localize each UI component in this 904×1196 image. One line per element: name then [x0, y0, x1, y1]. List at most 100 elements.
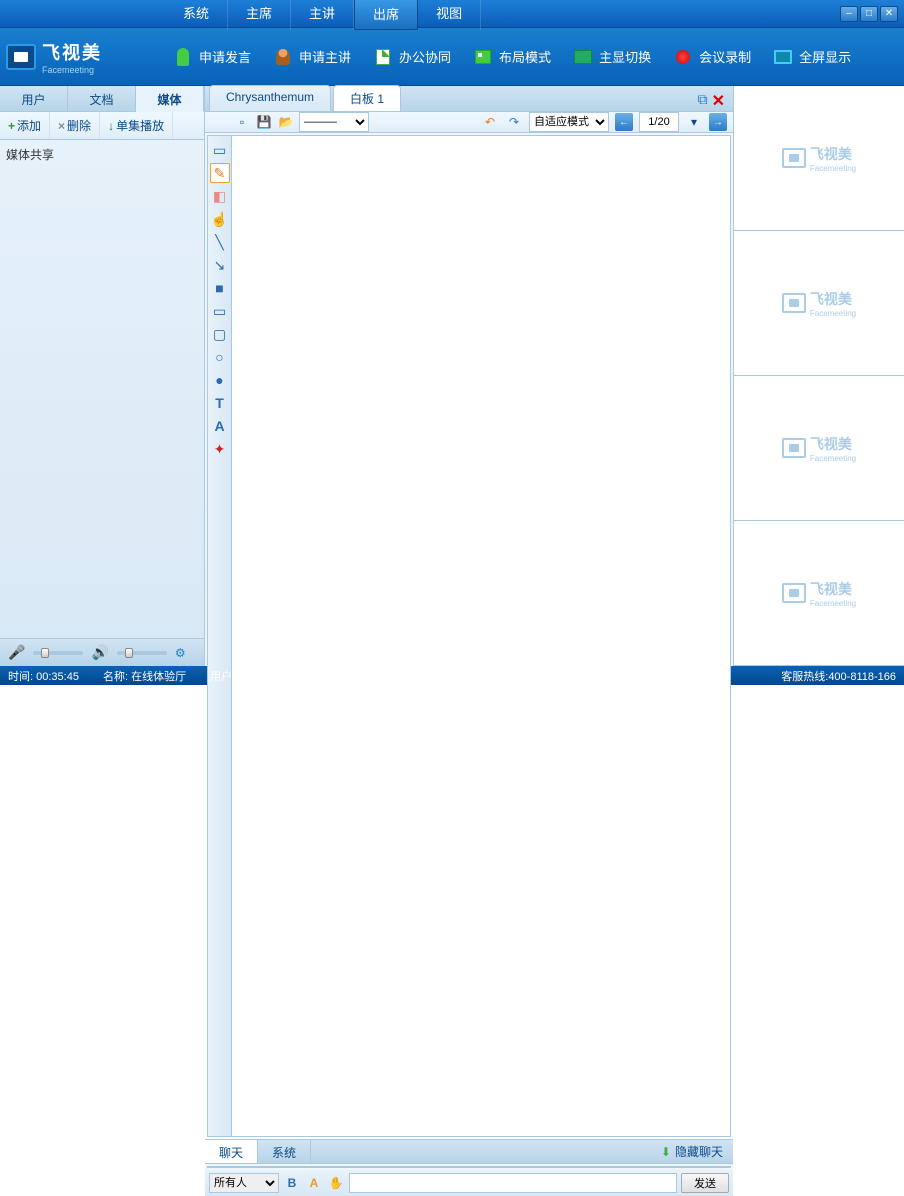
- speaker-icon[interactable]: 🔊: [91, 644, 108, 661]
- chat-messages: [207, 1166, 731, 1168]
- ellipse-tool[interactable]: ○: [210, 347, 230, 367]
- sidebar: 用户文档媒体 +添加×删除↓单集播放 媒体共享 🎤 🔊 ⚙: [0, 86, 205, 666]
- video-tile-3[interactable]: 飞视美Facemeeting: [734, 521, 904, 666]
- whiteboard-area: ▭ ✎ ◧ ☝ ╲ ↘ ■ ▭ ▢ ○ ● TA ✦: [207, 135, 731, 1137]
- main-toolbar: 飞视美 Facemeeting 申请发言申请主讲办公协同布局模式主显切换会议录制…: [0, 28, 904, 86]
- video-panel: 飞视美Facemeeting飞视美Facemeeting飞视美Facemeeti…: [734, 86, 904, 666]
- down-arrow-icon: ⬇: [661, 1145, 671, 1159]
- page-dropdown-icon[interactable]: ▾: [685, 113, 703, 131]
- status-room: 名称: 在线体验厅: [103, 668, 186, 684]
- mic-icon[interactable]: 🎤: [8, 644, 25, 661]
- doc-icon: [371, 45, 395, 69]
- sidebar-tab-2[interactable]: 媒体: [136, 86, 204, 112]
- close-tab-icon[interactable]: ✕: [712, 91, 725, 111]
- menu-item-4[interactable]: 视图: [418, 0, 481, 30]
- rrect-tool[interactable]: ▢: [210, 324, 230, 344]
- doc-tab-0[interactable]: Chrysanthemum: [209, 85, 331, 111]
- bold-icon[interactable]: B: [283, 1174, 301, 1192]
- video-tile-2[interactable]: 飞视美Facemeeting: [734, 376, 904, 521]
- hide-chat-button[interactable]: ⬇ 隐藏聊天: [651, 1140, 733, 1163]
- close-button[interactable]: ✕: [880, 6, 898, 22]
- sidebar-footer: 🎤 🔊 ⚙: [0, 638, 204, 666]
- line-style-select[interactable]: ———: [299, 112, 369, 132]
- next-page-button[interactable]: →: [709, 113, 727, 131]
- text-tool-2[interactable]: A: [210, 416, 230, 436]
- sidebar-action-0[interactable]: +添加: [0, 112, 50, 139]
- page-input[interactable]: [639, 112, 679, 132]
- whiteboard-tools: ▭ ✎ ◧ ☝ ╲ ↘ ■ ▭ ▢ ○ ● TA ✦: [208, 136, 232, 1136]
- mic-icon: [171, 45, 195, 69]
- doc-tab-1[interactable]: 白板 1: [333, 85, 401, 111]
- hand-tool[interactable]: ☝: [210, 209, 230, 229]
- menu-item-3[interactable]: 出席: [354, 0, 418, 30]
- new-icon[interactable]: ▫: [233, 113, 251, 131]
- chat-input-row: 所有人 B A ✋ 发送: [205, 1170, 733, 1196]
- pencil-tool[interactable]: ✎: [210, 163, 230, 183]
- redo-icon[interactable]: ↷: [505, 113, 523, 131]
- window-controls: – □ ✕: [840, 6, 904, 22]
- emoji-icon[interactable]: ✋: [327, 1174, 345, 1192]
- user-icon: [271, 45, 295, 69]
- center-panel: Chrysanthemum白板 1 ⧉ ✕ ▫ 💾 📂 ——— ↶ ↷ 自适应模…: [205, 86, 734, 666]
- save-icon[interactable]: 💾: [255, 113, 273, 131]
- text-tool[interactable]: T: [210, 393, 230, 413]
- chat-tab-0[interactable]: 聊天: [205, 1140, 258, 1163]
- send-button[interactable]: 发送: [681, 1173, 729, 1193]
- undo-icon[interactable]: ↶: [481, 113, 499, 131]
- menu-item-0[interactable]: 系统: [165, 0, 228, 30]
- font-icon[interactable]: A: [305, 1174, 323, 1192]
- minimize-button[interactable]: –: [840, 6, 858, 22]
- speaker-volume-slider[interactable]: [117, 651, 167, 655]
- media-share-header: 媒体共享: [6, 148, 54, 162]
- tile-logo-icon: [782, 148, 806, 168]
- menu-item-2[interactable]: 主讲: [291, 0, 354, 30]
- select-tool[interactable]: ▭: [210, 140, 230, 160]
- laser-tool[interactable]: ✦: [210, 439, 230, 459]
- settings-icon[interactable]: ⚙: [175, 646, 186, 660]
- screen-icon: [571, 45, 595, 69]
- prev-page-button[interactable]: ←: [615, 113, 633, 131]
- status-hotline: 客服热线:400-8118-166: [781, 668, 896, 684]
- toolbar-user-button[interactable]: 申请主讲: [261, 41, 361, 73]
- document-tabs: Chrysanthemum白板 1 ⧉ ✕: [205, 86, 733, 112]
- menu-item-1[interactable]: 主席: [228, 0, 291, 30]
- logo-icon: [6, 44, 36, 70]
- whiteboard-toolbar: ▫ 💾 📂 ——— ↶ ↷ 自适应模式 ← ▾ →: [205, 112, 733, 133]
- chat-tabs: 聊天系统 ⬇ 隐藏聊天: [205, 1140, 733, 1164]
- rect-tool[interactable]: ▭: [210, 301, 230, 321]
- sidebar-tabs: 用户文档媒体: [0, 86, 204, 112]
- toolbar-rec-button[interactable]: 会议录制: [661, 41, 761, 73]
- line-tool[interactable]: ╲: [210, 232, 230, 252]
- arrow-tool[interactable]: ↘: [210, 255, 230, 275]
- toolbar-mic-button[interactable]: 申请发言: [161, 41, 261, 73]
- video-tile-1[interactable]: 飞视美Facemeeting: [734, 231, 904, 376]
- toolbar-screen-button[interactable]: 主显切换: [561, 41, 661, 73]
- chat-input[interactable]: [349, 1173, 677, 1193]
- sidebar-content: 媒体共享: [0, 140, 204, 638]
- tile-logo-icon: [782, 293, 806, 313]
- ellipse-fill-tool[interactable]: ●: [210, 370, 230, 390]
- toolbar-full-button[interactable]: 全屏显示: [761, 41, 861, 73]
- chat-tab-1[interactable]: 系统: [258, 1140, 311, 1163]
- tile-logo-icon: [782, 438, 806, 458]
- maximize-button[interactable]: □: [860, 6, 878, 22]
- eraser-tool[interactable]: ◧: [210, 186, 230, 206]
- whiteboard-canvas[interactable]: [232, 136, 730, 1136]
- chat-target-select[interactable]: 所有人: [209, 1173, 279, 1193]
- main-menu: 系统主席主讲出席视图: [165, 0, 481, 30]
- sidebar-tab-1[interactable]: 文档: [68, 86, 136, 111]
- toolbar-doc-button[interactable]: 办公协同: [361, 41, 461, 73]
- fit-mode-select[interactable]: 自适应模式: [529, 112, 609, 132]
- logo-text-en: Facemeeting: [42, 65, 102, 75]
- logo-text-cn: 飞视美: [42, 39, 102, 65]
- rect-fill-tool[interactable]: ■: [210, 278, 230, 298]
- layout-icon: [471, 45, 495, 69]
- popout-icon[interactable]: ⧉: [698, 91, 708, 111]
- toolbar-layout-button[interactable]: 布局模式: [461, 41, 561, 73]
- sidebar-action-2[interactable]: ↓单集播放: [100, 112, 173, 139]
- video-tile-0[interactable]: 飞视美Facemeeting: [734, 86, 904, 231]
- sidebar-action-1[interactable]: ×删除: [50, 112, 100, 139]
- mic-volume-slider[interactable]: [33, 651, 83, 655]
- sidebar-tab-0[interactable]: 用户: [0, 86, 68, 111]
- open-icon[interactable]: 📂: [277, 113, 295, 131]
